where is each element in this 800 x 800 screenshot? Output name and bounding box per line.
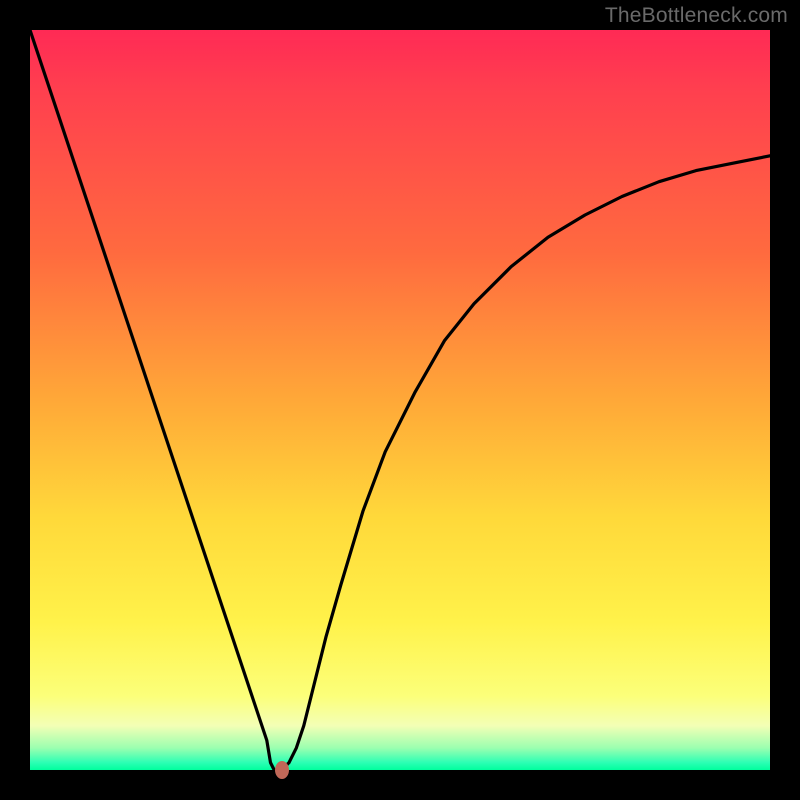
watermark-label: TheBottleneck.com (605, 4, 788, 28)
vertex-marker (275, 761, 289, 779)
chart-frame: TheBottleneck.com (0, 0, 800, 800)
plot-area (30, 30, 770, 770)
bottleneck-curve (30, 30, 770, 770)
